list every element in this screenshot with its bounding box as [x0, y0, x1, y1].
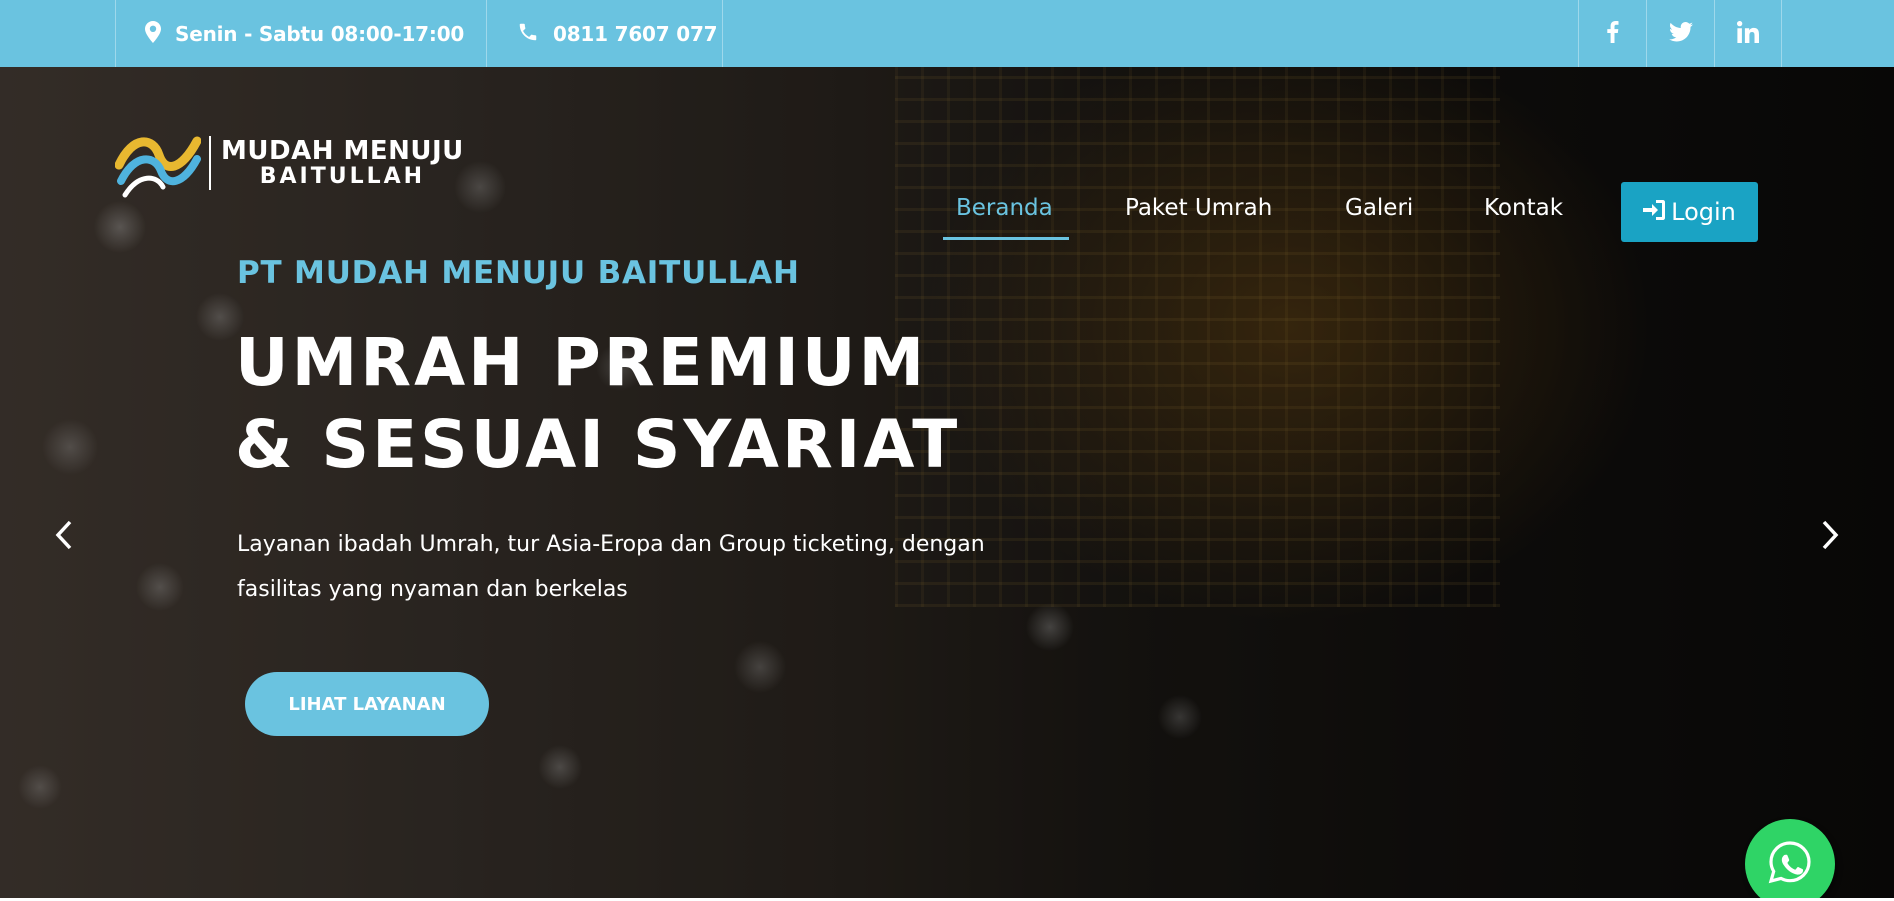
logo-wordmark: MUDAH MENUJU BAITULLAH [221, 135, 464, 190]
twitter-link[interactable] [1646, 0, 1714, 67]
linkedin-icon[interactable] [1737, 20, 1759, 47]
whatsapp-chat-button[interactable] [1745, 819, 1835, 901]
nav-item-galeri[interactable]: Galeri [1345, 195, 1413, 239]
phone-number[interactable]: 0811 7607 077 [553, 22, 718, 46]
hero-description: Layanan ibadah Umrah, tur Asia-Eropa dan… [237, 532, 985, 602]
lihat-layanan-button[interactable]: LIHAT LAYANAN [245, 672, 489, 736]
business-hours-text: Senin - Sabtu 08:00-17:00 [175, 21, 465, 46]
phone-contact[interactable]: 0811 7607 077 [486, 0, 723, 67]
top-bar: Senin - Sabtu 08:00-17:00 0811 7607 077 [0, 0, 1894, 67]
whatsapp-icon [1766, 838, 1814, 890]
map-marker-icon [145, 20, 161, 47]
facebook-link[interactable] [1578, 0, 1646, 67]
twitter-icon[interactable] [1668, 21, 1693, 46]
linkedin-link[interactable] [1714, 0, 1782, 67]
nav-item-kontak[interactable]: Kontak [1484, 195, 1563, 239]
hero-kicker: PT MUDAH MENUJU BAITULLAH [237, 255, 800, 291]
nav-item-beranda[interactable]: Beranda [956, 195, 1053, 239]
hero-headline: UMRAH PREMIUM & SESUAI SYARIAT [235, 322, 960, 486]
login-label: Login [1671, 198, 1736, 226]
hero-headline-line-2: & SESUAI SYARIAT [235, 406, 961, 483]
hero-headline-line-1: UMRAH PREMIUM [235, 324, 928, 401]
logo-divider [209, 136, 211, 190]
chevron-right-icon [1820, 519, 1840, 555]
site-logo[interactable]: MUDAH MENUJU BAITULLAH [115, 123, 464, 203]
phone-icon [517, 21, 539, 47]
nav-item-paket-umrah[interactable]: Paket Umrah [1125, 195, 1272, 239]
chevron-left-icon [54, 519, 74, 555]
slider-next-button[interactable] [1810, 517, 1850, 557]
slider-prev-button[interactable] [44, 517, 84, 557]
logo-mark-icon [115, 125, 201, 201]
logo-line-1: MUDAH MENUJU [221, 135, 464, 166]
logo-line-2: BAITULLAH [259, 164, 426, 190]
nav-active-indicator [943, 237, 1069, 240]
facebook-icon[interactable] [1606, 20, 1619, 47]
login-button[interactable]: Login [1621, 182, 1758, 242]
business-hours: Senin - Sabtu 08:00-17:00 [115, 0, 486, 67]
sign-in-icon [1643, 198, 1671, 226]
hero-slider: MUDAH MENUJU BAITULLAH Beranda Paket Umr… [0, 67, 1894, 901]
